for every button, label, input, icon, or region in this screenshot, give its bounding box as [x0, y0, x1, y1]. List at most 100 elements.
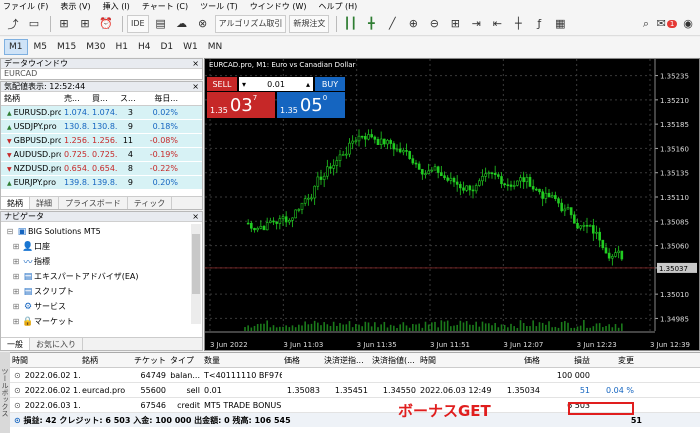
new-chart-icon[interactable]: ⊞: [55, 15, 73, 33]
notification-icon[interactable]: ✉ 1: [657, 15, 678, 33]
scrollbar-thumb[interactable]: [192, 234, 200, 294]
menu-item[interactable]: 表示 (V): [60, 1, 90, 12]
buy-button[interactable]: BUY: [315, 77, 345, 91]
quote-row[interactable]: ▼AUDUSD.pro0.725...0.725...4-0.19%: [1, 148, 202, 162]
timeframe-m30[interactable]: M30: [82, 40, 109, 54]
tab-3[interactable]: ティック: [128, 197, 173, 209]
depth-icon[interactable]: ⊞: [76, 15, 94, 33]
tile-icon[interactable]: ⊞: [446, 15, 464, 33]
timeframe-m1[interactable]: M1: [4, 39, 28, 55]
navigator-item[interactable]: ⊞ ▤ スクリプト: [1, 284, 202, 299]
table-row[interactable]: ⊙ 2022.06.02 1... 64749 balan... T<40111110 …: [10, 368, 700, 383]
toolbox-side-tab[interactable]: ツールボックス: [0, 352, 10, 433]
column-header[interactable]: 価格: [282, 355, 322, 366]
navigator-item[interactable]: ⊞ ▤ エキスパートアドバイザ(EA): [1, 269, 202, 284]
column-header[interactable]: 買...: [89, 93, 117, 104]
close-icon[interactable]: ×: [192, 212, 199, 221]
expand-icon[interactable]: ⊞: [10, 287, 22, 296]
collapse-icon[interactable]: ⊟: [4, 227, 16, 236]
bar-chart-icon[interactable]: ┃┃: [341, 15, 359, 33]
navigator-item[interactable]: ⊞ ⚙ サービス: [1, 299, 202, 314]
quote-row[interactable]: ▲EURJPY.pro139.8...139.8...90.20%: [1, 176, 202, 190]
indicator-icon[interactable]: ƒ: [530, 15, 548, 33]
column-header[interactable]: チケット: [132, 355, 168, 366]
shift-icon[interactable]: ⇤: [488, 15, 506, 33]
zoom-out-icon[interactable]: ⊖: [425, 15, 443, 33]
new-order-button[interactable]: 新規注文: [289, 14, 330, 33]
expand-icon[interactable]: ⊞: [10, 242, 22, 251]
timeframe-mn[interactable]: MN: [204, 40, 227, 54]
expand-icon[interactable]: ⊞: [10, 257, 22, 266]
zoom-in-icon[interactable]: ⊕: [404, 15, 422, 33]
cloud-icon[interactable]: ☁: [173, 15, 191, 33]
tab-0[interactable]: 銘柄: [1, 197, 30, 209]
navigator-item[interactable]: ⊞ 🔒 マーケット: [1, 314, 202, 329]
expand-icon[interactable]: ⊞: [10, 317, 22, 326]
navigator-item[interactable]: ⊞ 👤 口座: [1, 239, 202, 254]
navigator-scrollbar[interactable]: [191, 224, 201, 324]
navigator-item[interactable]: ⊟ ▣ BIG Solutions MT5: [1, 224, 202, 239]
column-header[interactable]: 決済指値(...: [370, 355, 418, 366]
tab-2[interactable]: プライスボード: [59, 197, 128, 209]
lot-decrease-icon[interactable]: ▾: [242, 80, 246, 89]
timeframe-m5[interactable]: M5: [30, 40, 52, 54]
column-header[interactable]: 価格: [492, 355, 542, 366]
community-icon[interactable]: ◉: [679, 15, 697, 33]
quote-row[interactable]: ▲EURUSD.pro1.074...1.074...30.02%: [1, 106, 202, 120]
column-header[interactable]: 毎日...: [137, 93, 181, 104]
expand-icon[interactable]: ⊞: [10, 272, 22, 281]
grid-icon[interactable]: ▦: [551, 15, 569, 33]
column-header[interactable]: 損益: [542, 355, 592, 366]
column-header[interactable]: 決済逆指...: [322, 355, 370, 366]
tab-1[interactable]: 詳細: [30, 197, 59, 209]
column-header[interactable]: 銘柄: [1, 93, 61, 104]
column-header[interactable]: タイプ: [168, 355, 202, 366]
column-header[interactable]: 売...: [61, 93, 89, 104]
scroll-icon[interactable]: ⇥: [467, 15, 485, 33]
ide-button[interactable]: IDE: [127, 14, 149, 33]
profiles-icon[interactable]: ▭: [25, 15, 43, 33]
expand-icon[interactable]: ⊞: [10, 302, 22, 311]
chart-window[interactable]: 1.35235 1.35210 1.35185 1.35160 1.35135 1.351…: [204, 58, 700, 351]
menu-item[interactable]: ツール (T): [200, 1, 238, 12]
close-icon[interactable]: ×: [192, 59, 199, 68]
menu-item[interactable]: ヘルプ (H): [318, 1, 357, 12]
sell-price[interactable]: 1.35 03 7: [207, 92, 275, 118]
column-header[interactable]: 時間: [418, 355, 492, 366]
quote-row[interactable]: ▼NZDUSD.pro0.654...0.654...8-0.22%: [1, 162, 202, 176]
line-chart-icon[interactable]: ╱: [383, 15, 401, 33]
quote-row[interactable]: ▲USDJPY.pro130.8...130.8...90.18%: [1, 120, 202, 134]
search-icon[interactable]: ⌕: [637, 15, 655, 33]
column-header[interactable]: 変更: [592, 355, 636, 366]
lot-increase-icon[interactable]: ▴: [306, 80, 310, 89]
crosshair-icon[interactable]: ┼: [509, 15, 527, 33]
navigator-item[interactable]: ⊞ 〰指標: [1, 254, 202, 269]
buy-price[interactable]: 1.35 05 0: [277, 92, 345, 118]
history-icon[interactable]: ⊗: [194, 15, 212, 33]
menu-item[interactable]: 挿入 (I): [103, 1, 130, 12]
chart-type-icon[interactable]: ⤴: [4, 15, 22, 33]
menu-item[interactable]: ウインドウ (W): [250, 1, 307, 12]
alert-icon[interactable]: ⏰: [97, 15, 115, 33]
table-row[interactable]: ⊙ 2022.06.02 1... eurcad.pro 55600 sell 0.01 1…: [10, 383, 700, 398]
column-header[interactable]: ス...: [117, 93, 137, 104]
timeframe-w1[interactable]: W1: [179, 40, 202, 54]
lot-size-input[interactable]: ▾ 0.01 ▴: [239, 77, 313, 91]
timeframe-h4[interactable]: H4: [134, 40, 155, 54]
sell-button[interactable]: SELL: [207, 77, 237, 91]
column-header[interactable]: 数量: [202, 355, 282, 366]
candle-chart-icon[interactable]: ╋: [362, 15, 380, 33]
menu-item[interactable]: ファイル (F): [3, 1, 48, 12]
column-header[interactable]: 銘柄: [80, 355, 132, 366]
nav-tab-0[interactable]: 一般: [1, 338, 30, 350]
timeframe-h1[interactable]: H1: [111, 40, 132, 54]
quote-row[interactable]: ▼GBPUSD.pro1.256...1.256...11-0.08%: [1, 134, 202, 148]
timeframe-d1[interactable]: D1: [156, 40, 177, 54]
nav-tab-1[interactable]: お気に入り: [30, 338, 83, 350]
menu-item[interactable]: チャート (C): [142, 1, 188, 12]
algo-trading-button[interactable]: アルゴリズム取引: [214, 14, 287, 33]
folder-icon[interactable]: ▤: [152, 15, 170, 33]
close-icon[interactable]: ×: [192, 82, 199, 91]
column-header[interactable]: 時間: [10, 355, 80, 366]
timeframe-m15[interactable]: M15: [53, 40, 80, 54]
